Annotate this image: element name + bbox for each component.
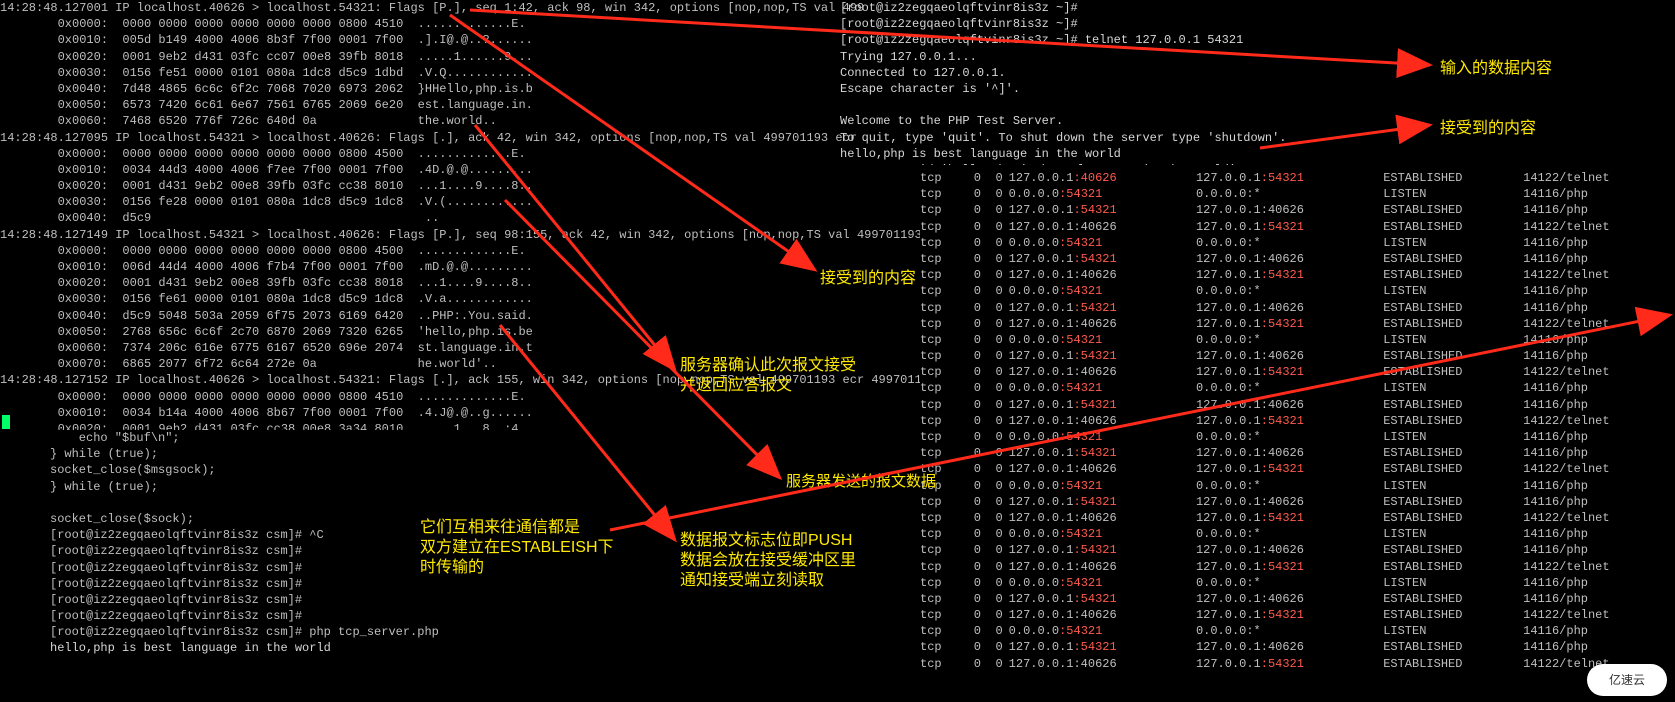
annot-confirm-1: 服务器确认此次报文接受 [680, 355, 856, 377]
table-row: tcp00127.0.0.1:40626127.0.0.1:54321ESTAB… [920, 170, 1675, 186]
netstat-table: tcp00127.0.0.1:40626127.0.0.1:54321ESTAB… [920, 170, 1675, 672]
table-row: tcp00127.0.0.1:54321127.0.0.1:40626ESTAB… [920, 300, 1675, 316]
annot-received-right: 接受到的内容 [1440, 118, 1536, 140]
telnet-output: [root@iz2zegqaeolqftvinr8is3z ~]# [root@… [840, 0, 1675, 165]
table-row: tcp00127.0.0.1:40626127.0.0.1:54321ESTAB… [920, 461, 1675, 477]
table-row: tcp00127.0.0.1:40626127.0.0.1:54321ESTAB… [920, 559, 1675, 575]
annot-received: 接受到的内容 [820, 268, 916, 290]
netstat-pane: tcp00127.0.0.1:40626127.0.0.1:54321ESTAB… [920, 170, 1675, 700]
table-row: tcp00127.0.0.1:40626127.0.0.1:54321ESTAB… [920, 607, 1675, 623]
annot-estab-1: 它们互相来往通信都是 [420, 517, 580, 539]
table-row: tcp000.0.0.0:543210.0.0.0:*LISTEN14116/p… [920, 380, 1675, 396]
annot-push-1: 数据报文标志位即PUSH [680, 530, 852, 552]
watermark-logo: 亿速云 [1587, 664, 1667, 696]
annot-input: 输入的数据内容 [1440, 58, 1552, 80]
table-row: tcp000.0.0.0:543210.0.0.0:*LISTEN14116/p… [920, 186, 1675, 202]
cursor-icon [2, 415, 10, 429]
table-row: tcp000.0.0.0:543210.0.0.0:*LISTEN14116/p… [920, 526, 1675, 542]
table-row: tcp00127.0.0.1:40626127.0.0.1:54321ESTAB… [920, 510, 1675, 526]
annot-estab-2: 双方建立在ESTABLEISH下 [420, 537, 614, 559]
table-row: tcp00127.0.0.1:40626127.0.0.1:54321ESTAB… [920, 316, 1675, 332]
table-row: tcp000.0.0.0:543210.0.0.0:*LISTEN14116/p… [920, 575, 1675, 591]
table-row: tcp00127.0.0.1:54321127.0.0.1:40626ESTAB… [920, 202, 1675, 218]
table-row: tcp000.0.0.0:543210.0.0.0:*LISTEN14116/p… [920, 332, 1675, 348]
table-row: tcp00127.0.0.1:40626127.0.0.1:54321ESTAB… [920, 364, 1675, 380]
table-row: tcp00127.0.0.1:54321127.0.0.1:40626ESTAB… [920, 591, 1675, 607]
watermark-text: 亿速云 [1609, 672, 1645, 688]
table-row: tcp000.0.0.0:543210.0.0.0:*LISTEN14116/p… [920, 623, 1675, 639]
annot-push-2: 数据会放在接受缓冲区里 [680, 550, 856, 572]
table-row: tcp00127.0.0.1:54321127.0.0.1:40626ESTAB… [920, 542, 1675, 558]
table-row: tcp00127.0.0.1:40626127.0.0.1:54321ESTAB… [920, 219, 1675, 235]
annot-push-3: 通知接受端立刻读取 [680, 570, 824, 592]
table-row: tcp00127.0.0.1:54321127.0.0.1:40626ESTAB… [920, 397, 1675, 413]
table-row: tcp00127.0.0.1:54321127.0.0.1:40626ESTAB… [920, 639, 1675, 655]
table-row: tcp000.0.0.0:543210.0.0.0:*LISTEN14116/p… [920, 478, 1675, 494]
table-row: tcp00127.0.0.1:54321127.0.0.1:40626ESTAB… [920, 494, 1675, 510]
table-row: tcp000.0.0.0:543210.0.0.0:*LISTEN14116/p… [920, 235, 1675, 251]
annot-confirm-2: 并返回应答报文 [680, 375, 792, 397]
telnet-pane: [root@iz2zegqaeolqftvinr8is3z ~]# [root@… [840, 0, 1675, 165]
annot-estab-3: 时传输的 [420, 557, 484, 579]
table-row: tcp00127.0.0.1:54321127.0.0.1:40626ESTAB… [920, 251, 1675, 267]
table-row: tcp00127.0.0.1:40626127.0.0.1:54321ESTAB… [920, 413, 1675, 429]
table-row: tcp00127.0.0.1:54321127.0.0.1:40626ESTAB… [920, 445, 1675, 461]
table-row: tcp000.0.0.0:543210.0.0.0:*LISTEN14116/p… [920, 429, 1675, 445]
table-row: tcp00127.0.0.1:40626127.0.0.1:54321ESTAB… [920, 656, 1675, 672]
table-row: tcp00127.0.0.1:54321127.0.0.1:40626ESTAB… [920, 348, 1675, 364]
table-row: tcp00127.0.0.1:40626127.0.0.1:54321ESTAB… [920, 267, 1675, 283]
annot-server-data: 服务器发送的报文数据 [786, 472, 936, 492]
table-row: tcp000.0.0.0:543210.0.0.0:*LISTEN14116/p… [920, 283, 1675, 299]
